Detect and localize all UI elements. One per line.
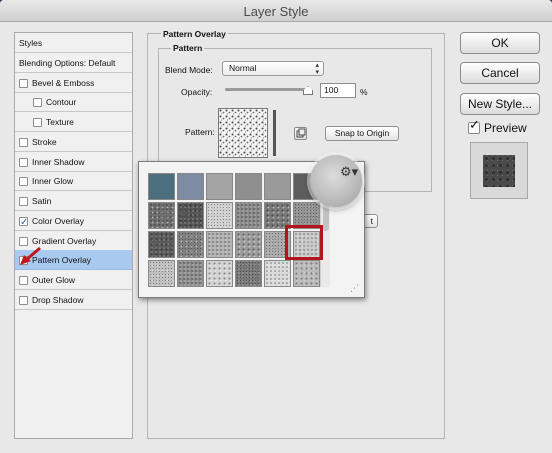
style-item-color-overlay[interactable]: Color Overlay xyxy=(15,211,132,233)
style-checkbox[interactable] xyxy=(19,213,28,233)
pattern-swatch-option[interactable] xyxy=(206,260,233,287)
pattern-swatch-option[interactable] xyxy=(177,231,204,258)
pattern-swatch-option[interactable] xyxy=(264,260,291,287)
style-item-label: Texture xyxy=(46,117,74,127)
pattern-swatch-option[interactable] xyxy=(177,260,204,287)
pattern-swatch-option[interactable] xyxy=(206,202,233,229)
window-title: Layer Style xyxy=(243,4,309,19)
style-checkbox[interactable] xyxy=(33,98,42,107)
style-checkbox[interactable] xyxy=(19,237,28,246)
opacity-unit: % xyxy=(360,87,368,97)
pattern-noise-preview xyxy=(219,109,267,157)
layer-style-dialog: Layer Style Styles Blending Options: Defa… xyxy=(0,0,552,453)
style-item-label: Color Overlay xyxy=(32,216,84,226)
resize-grip-icon[interactable]: ⋰ xyxy=(350,284,360,294)
style-item-label: Satin xyxy=(32,196,52,206)
pattern-swatch-option[interactable] xyxy=(235,202,262,229)
style-item-inner-shadow[interactable]: Inner Shadow xyxy=(15,152,132,172)
style-item-outer-glow[interactable]: Outer Glow xyxy=(15,270,132,290)
pattern-swatch-option[interactable] xyxy=(293,260,320,287)
new-preset-button[interactable] xyxy=(294,127,307,140)
new-style-button[interactable]: New Style... xyxy=(460,93,540,115)
pattern-swatch-option[interactable] xyxy=(177,173,204,200)
style-checkbox[interactable] xyxy=(19,276,28,285)
preview-label: Preview xyxy=(484,121,527,135)
pattern-swatch-option[interactable] xyxy=(235,173,262,200)
pattern-swatch-option[interactable] xyxy=(235,231,262,258)
opacity-slider[interactable] xyxy=(225,88,311,91)
title-bar: Layer Style xyxy=(0,0,552,22)
styles-list: Styles Blending Options: Default Bevel & E… xyxy=(14,32,133,439)
pattern-label: Pattern: xyxy=(185,127,215,137)
pattern-dropdown-indicator[interactable] xyxy=(273,110,276,156)
blend-mode-select[interactable]: Normal ▴ ▾ xyxy=(222,61,324,76)
subgroup-title: Pattern xyxy=(171,43,205,53)
style-item-label: Bevel & Emboss xyxy=(32,78,95,88)
pattern-swatch-option[interactable] xyxy=(206,173,233,200)
style-preview-thumbnail xyxy=(483,155,515,187)
red-arrow-annotation xyxy=(20,246,41,265)
cancel-button[interactable]: Cancel xyxy=(460,62,540,84)
style-preview xyxy=(470,142,528,199)
style-item-inner-glow[interactable]: Inner Glow xyxy=(15,171,132,191)
group-title: Pattern Overlay xyxy=(161,29,228,39)
style-item-label: Contour xyxy=(46,97,77,107)
style-item-label: Inner Glow xyxy=(32,176,74,186)
style-checkbox[interactable] xyxy=(19,138,28,147)
opacity-label: Opacity: xyxy=(181,87,213,97)
selected-pattern-highlight xyxy=(285,225,323,260)
pattern-swatch-option[interactable] xyxy=(148,260,175,287)
style-item-satin[interactable]: Satin xyxy=(15,191,132,211)
opacity-input[interactable]: 100 xyxy=(320,83,356,98)
style-item-label: Stroke xyxy=(32,137,57,147)
style-item-bevel-emboss[interactable]: Bevel & Emboss xyxy=(15,73,132,93)
style-item-label: Inner Shadow xyxy=(32,157,85,167)
pattern-swatch-option[interactable] xyxy=(148,202,175,229)
style-item-styles[interactable]: Styles xyxy=(15,33,132,53)
pattern-swatch-option[interactable] xyxy=(148,231,175,258)
pattern-swatch-option[interactable] xyxy=(235,260,262,287)
new-preset-icon xyxy=(296,128,306,138)
snap-to-origin-button[interactable]: Snap to Origin xyxy=(325,126,399,141)
style-item-texture[interactable]: Texture xyxy=(15,112,132,132)
style-item-label: Drop Shadow xyxy=(32,295,84,305)
ok-button[interactable]: OK xyxy=(460,32,540,54)
pattern-swatch-option[interactable] xyxy=(148,173,175,200)
style-item-stroke[interactable]: Stroke xyxy=(15,132,132,152)
chevron-updown-icon: ▴ ▾ xyxy=(315,61,319,76)
picker-menu-magnifier[interactable]: ⚙▾ xyxy=(310,155,362,207)
style-item-label: Styles xyxy=(19,38,43,48)
style-item-blending-options-default[interactable]: Blending Options: Default xyxy=(15,53,132,73)
pattern-swatch[interactable] xyxy=(218,108,268,158)
gear-icon[interactable]: ⚙▾ xyxy=(340,165,358,180)
style-checkbox[interactable] xyxy=(33,118,42,127)
style-checkbox[interactable] xyxy=(19,79,28,88)
preview-checkbox[interactable] xyxy=(468,118,480,134)
style-item-drop-shadow[interactable]: Drop Shadow xyxy=(15,290,132,310)
style-item-contour[interactable]: Contour xyxy=(15,92,132,112)
pattern-swatch-option[interactable] xyxy=(177,202,204,229)
style-item-label: Outer Glow xyxy=(32,275,75,285)
blend-mode-label: Blend Mode: xyxy=(165,65,213,75)
style-item-label: Blending Options: Default xyxy=(19,58,116,68)
blend-mode-value: Normal xyxy=(229,63,257,73)
style-checkbox[interactable] xyxy=(19,177,28,186)
style-checkbox[interactable] xyxy=(19,296,28,305)
pattern-swatch-option[interactable] xyxy=(264,173,291,200)
pattern-swatch-option[interactable] xyxy=(206,231,233,258)
style-checkbox[interactable] xyxy=(19,158,28,167)
style-checkbox[interactable] xyxy=(19,197,28,206)
